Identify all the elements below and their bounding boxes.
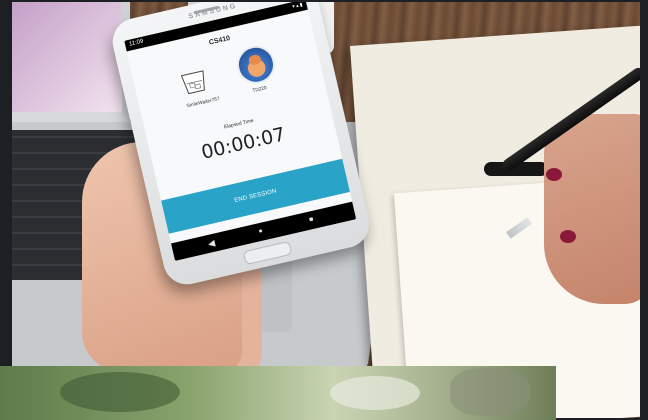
foliage-blur: [60, 372, 180, 412]
building-blur: [450, 368, 530, 416]
back-icon[interactable]: ◀: [207, 237, 216, 250]
sky-blur: [330, 376, 420, 410]
status-icons: ▾ ▴ ▮: [291, 2, 304, 11]
recents-icon[interactable]: ■: [308, 214, 315, 227]
writing-hand: [544, 114, 640, 304]
second-photo-strip: [0, 366, 556, 420]
participant-name-left: SmileWaiter757: [186, 96, 221, 110]
hardware-home-key[interactable]: [242, 240, 293, 266]
photo-scene: SAMSUNG 11:09 ▾ ▴ ▮ CS410 SmileWaiter757…: [12, 2, 640, 418]
status-time: 11:09: [128, 38, 145, 48]
fingernail: [546, 168, 562, 181]
fingernail: [560, 230, 576, 243]
laptop-screen: [12, 2, 130, 122]
participant-avatar[interactable]: [233, 41, 279, 88]
home-icon[interactable]: ●: [257, 226, 264, 239]
water-glass-icon: [180, 70, 205, 95]
avatar-figure: [247, 53, 262, 67]
participant-name-right: TD220: [252, 86, 268, 95]
phone-screen: 11:09 ▾ ▴ ▮ CS410 SmileWaiter757 TD220 E…: [124, 2, 357, 261]
